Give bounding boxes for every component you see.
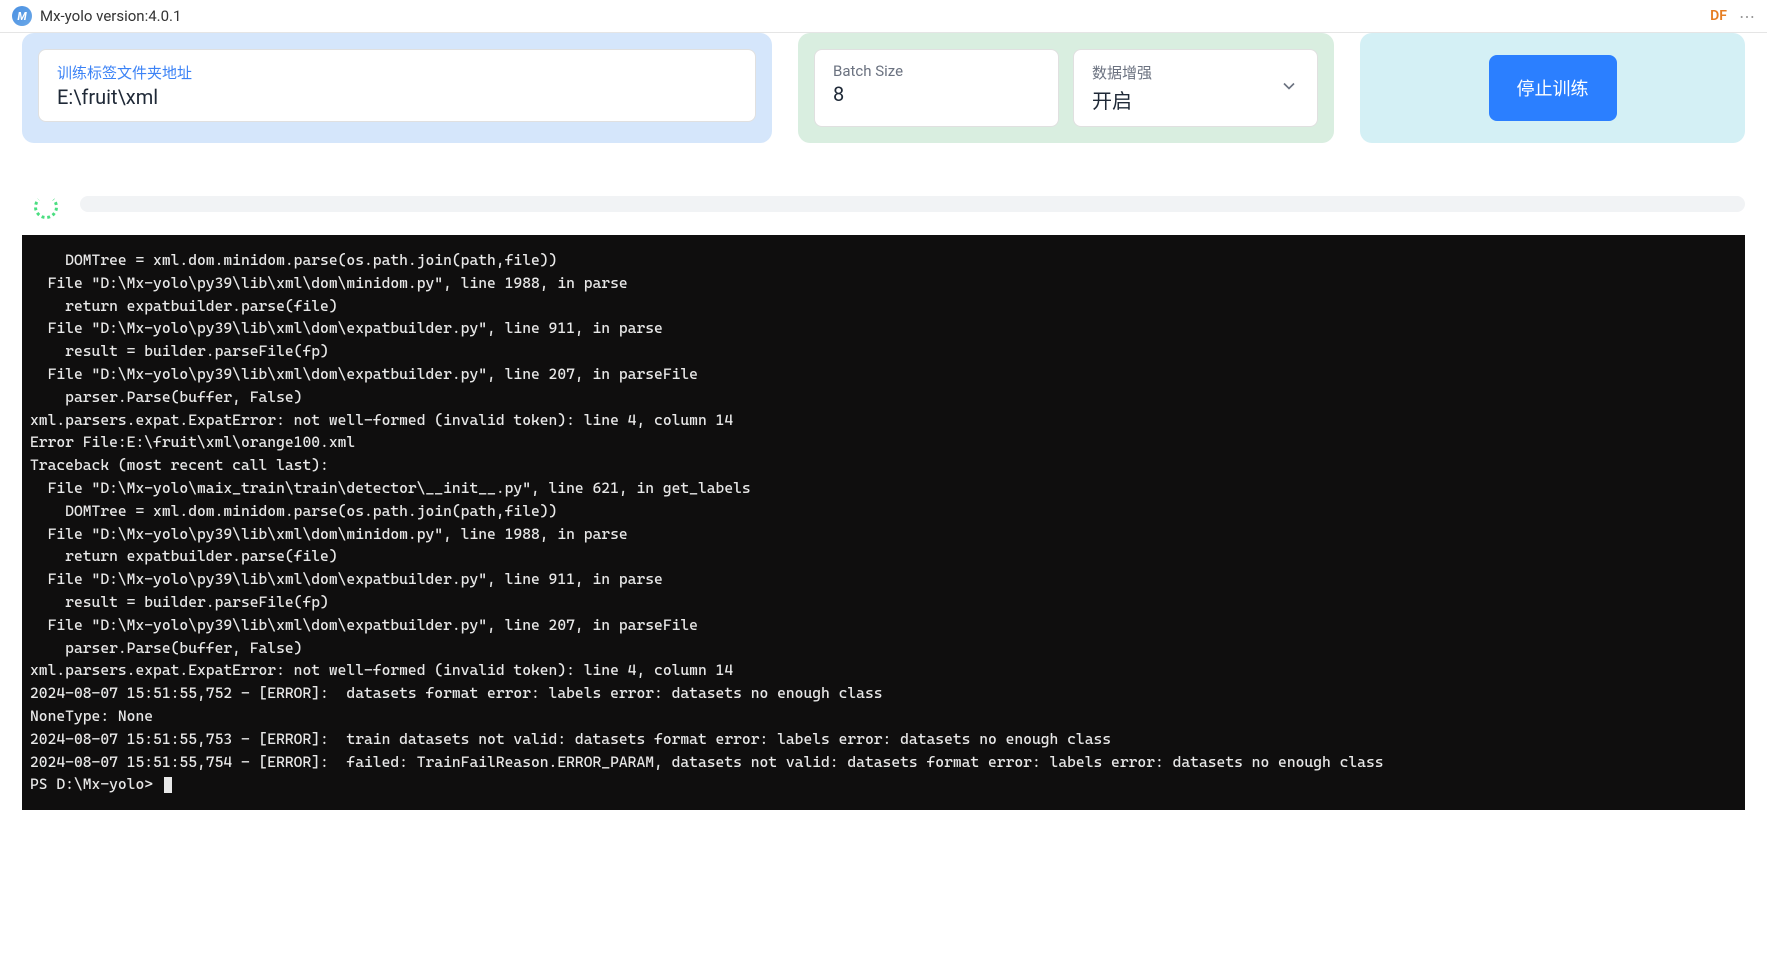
terminal-line: 2024-08-07 15:51:55,753 - [ERROR]: train… [30,728,1737,751]
terminal-prompt[interactable]: PS D:\Mx-yolo> [30,773,1737,796]
action-panel: 停止训练 [1360,33,1745,143]
terminal-line: File "D:\Mx-yolo\maix_train\train\detect… [30,477,1737,500]
augmentation-label: 数据增强 [1092,62,1279,83]
app-icon-letter: M [17,10,26,23]
terminal-line: File "D:\Mx-yolo\py39\lib\xml\dom\expatb… [30,614,1737,637]
label-path-input-box[interactable]: 训练标签文件夹地址 E:\fruit\xml [38,49,756,122]
main-content: 训练标签文件夹地址 E:\fruit\xml Batch Size 8 数据增强… [0,33,1767,810]
terminal-line: 2024-08-07 15:51:55,754 - [ERROR]: faile… [30,751,1737,774]
app-icon: M [12,6,32,26]
panels-row: 训练标签文件夹地址 E:\fruit\xml Batch Size 8 数据增强… [22,33,1745,143]
more-icon[interactable]: ⋯ [1739,7,1755,26]
titlebar: M Mx-yolo version:4.0.1 DF ⋯ [0,0,1767,33]
batch-size-box[interactable]: Batch Size 8 [814,49,1059,127]
training-params-panel: Batch Size 8 数据增强 开启 [798,33,1334,143]
terminal-line: DOMTree = xml.dom.minidom.parse(os.path.… [30,500,1737,523]
cursor-icon [164,777,172,793]
label-path-panel: 训练标签文件夹地址 E:\fruit\xml [22,33,772,143]
chevron-down-icon [1279,76,1299,101]
augmentation-content: 数据增强 开启 [1092,62,1279,114]
terminal-line: return expatbuilder.parse(file) [30,545,1737,568]
terminal-line: NoneType: None [30,705,1737,728]
terminal-line: xml.parsers.expat.ExpatError: not well-f… [30,409,1737,432]
terminal-line: File "D:\Mx-yolo\py39\lib\xml\dom\expatb… [30,363,1737,386]
batch-size-value: 8 [833,82,1040,106]
terminal-line: Traceback (most recent call last): [30,454,1737,477]
terminal-line: result = builder.parseFile(fp) [30,340,1737,363]
terminal-output[interactable]: DOMTree = xml.dom.minidom.parse(os.path.… [22,235,1745,810]
terminal-line: return expatbuilder.parse(file) [30,295,1737,318]
label-path-value: E:\fruit\xml [57,85,737,109]
terminal-line: File "D:\Mx-yolo\py39\lib\xml\dom\expatb… [30,317,1737,340]
terminal-line: File "D:\Mx-yolo\py39\lib\xml\dom\expatb… [30,568,1737,591]
titlebar-left: M Mx-yolo version:4.0.1 [12,6,181,26]
augmentation-value: 开启 [1092,85,1279,114]
batch-size-label: Batch Size [833,62,1040,80]
terminal-line: 2024-08-07 15:51:55,752 - [ERROR]: datas… [30,682,1737,705]
progress-bar [80,196,1745,212]
user-badge[interactable]: DF [1710,8,1727,24]
terminal-line: parser.Parse(buffer, False) [30,637,1737,660]
stop-training-button[interactable]: 停止训练 [1489,55,1617,121]
terminal-line: Error File:E:\fruit\xml\orange100.xml [30,431,1737,454]
progress-row [22,195,1745,213]
terminal-line: result = builder.parseFile(fp) [30,591,1737,614]
label-path-label: 训练标签文件夹地址 [57,62,737,83]
terminal-line: xml.parsers.expat.ExpatError: not well-f… [30,659,1737,682]
terminal-line: File "D:\Mx-yolo\py39\lib\xml\dom\minido… [30,523,1737,546]
titlebar-right: DF ⋯ [1710,7,1755,26]
terminal-line: File "D:\Mx-yolo\py39\lib\xml\dom\minido… [30,272,1737,295]
spinner-icon [34,195,52,213]
app-title: Mx-yolo version:4.0.1 [40,7,181,25]
terminal-line: parser.Parse(buffer, False) [30,386,1737,409]
terminal-line: DOMTree = xml.dom.minidom.parse(os.path.… [30,249,1737,272]
augmentation-dropdown[interactable]: 数据增强 开启 [1073,49,1318,127]
